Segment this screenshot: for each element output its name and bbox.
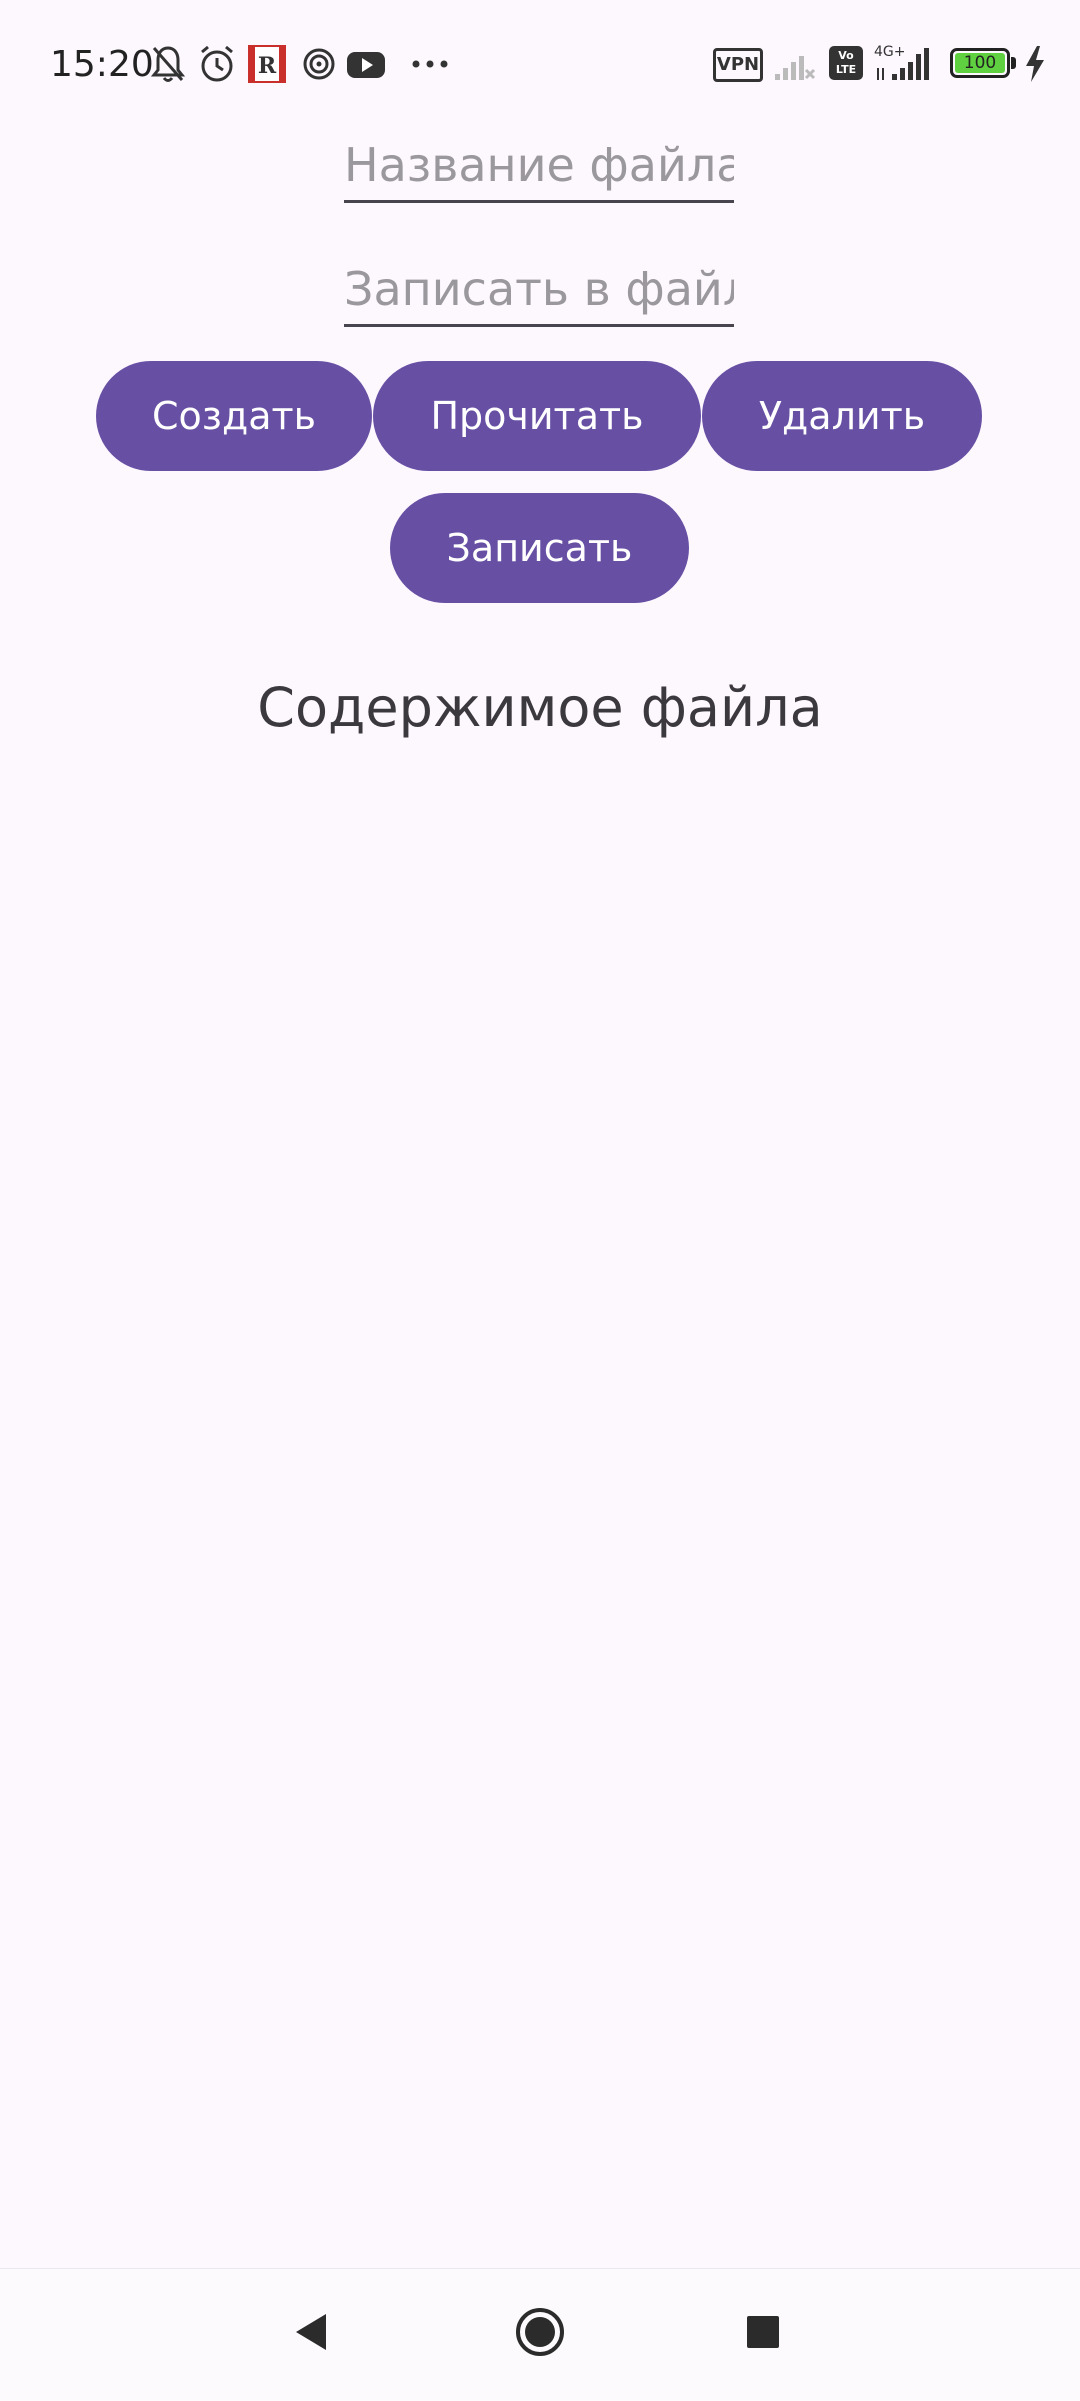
- status-bar: 15:20 R VPN Vo LTE 4G+ 100: [0, 0, 1080, 128]
- navigation-bar: [0, 2268, 1080, 2401]
- spiral-icon: [300, 44, 338, 84]
- more-dots-icon: [410, 44, 450, 84]
- volte-icon: Vo LTE: [829, 46, 863, 80]
- write-button[interactable]: Записать: [390, 493, 689, 603]
- recents-icon: [743, 2312, 783, 2356]
- charging-icon: [1022, 44, 1048, 84]
- filename-input[interactable]: [344, 130, 734, 203]
- delete-button[interactable]: Удалить: [702, 361, 982, 471]
- alarm-icon: [198, 44, 236, 84]
- battery-tip: [1011, 57, 1016, 69]
- battery-level: 100: [955, 53, 1005, 73]
- youtube-icon: [346, 44, 386, 84]
- battery-icon: 100: [950, 48, 1010, 78]
- signal-sim2-icon: [874, 44, 936, 84]
- back-button[interactable]: [277, 2299, 347, 2369]
- home-button[interactable]: [505, 2299, 575, 2369]
- status-time: 15:20: [50, 44, 154, 85]
- mute-bell-icon: [150, 44, 186, 84]
- recents-button[interactable]: [728, 2299, 798, 2369]
- svg-text:R: R: [258, 53, 277, 79]
- vpn-icon: VPN: [713, 48, 763, 82]
- file-content-input[interactable]: [344, 254, 734, 327]
- back-icon: [290, 2310, 334, 2358]
- create-button[interactable]: Создать: [96, 361, 372, 471]
- home-icon: [513, 2305, 567, 2363]
- file-content-text: Содержимое файла: [257, 676, 823, 739]
- read-button[interactable]: Прочитать: [373, 361, 701, 471]
- signal-sim1-icon: [773, 44, 817, 84]
- app-r-icon: R: [248, 44, 286, 84]
